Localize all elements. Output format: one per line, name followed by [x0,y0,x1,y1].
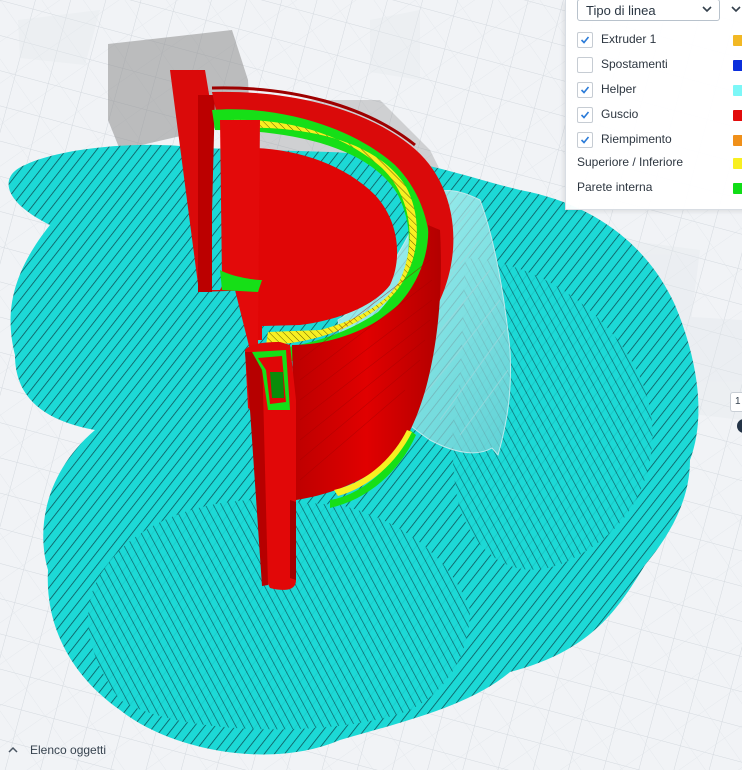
legend-swatch [733,85,742,96]
legend-item-label: Parete interna [577,180,653,194]
legend-panel: Tipo di linea Extruder 1 Spostamenti Hel… [565,0,742,210]
legend-item-spostamenti: Spostamenti [566,54,742,76]
3d-viewport[interactable]: Tipo di linea Extruder 1 Spostamenti Hel… [0,0,742,770]
legend-item-label: Spostamenti [601,57,668,71]
object-list-bar[interactable]: Elenco oggetti [0,740,180,760]
spostamenti-checkbox[interactable] [577,57,593,73]
guscio-checkbox[interactable] [577,107,593,123]
legend-swatch [733,35,742,46]
side-badge-text: 1 [735,396,741,407]
legend-swatch [733,183,742,194]
legend-item-label: Guscio [601,107,639,121]
panel-collapse-chevron-icon[interactable] [729,2,742,16]
legend-item-label: Superiore / Inferiore [577,155,684,169]
check-icon [580,111,590,119]
legend-item-label: Helper [601,82,637,96]
riempimento-checkbox[interactable] [577,132,593,148]
legend-item-helper: Helper [566,79,742,101]
legend-item-label: Extruder 1 [601,32,657,46]
legend-item-extruder-1: Extruder 1 [566,29,742,51]
legend-swatch [733,158,742,169]
object-list-label: Elenco oggetti [30,743,107,757]
legend-item-label: Riempimento [601,132,672,146]
chevron-down-icon [702,6,712,13]
line-type-dropdown[interactable]: Tipo di linea [577,0,720,21]
side-scale-badge[interactable]: 1 [730,392,742,412]
legend-item-superiore-inferiore: Superiore / Inferiore [566,152,742,174]
line-type-dropdown-value: Tipo di linea [586,3,656,18]
legend-swatch [733,60,742,71]
legend-item-parete-interna: Parete interna [566,177,742,199]
legend-item-riempimento: Riempimento [566,129,742,151]
legend-swatch [733,135,742,146]
legend-item-guscio: Guscio [566,104,742,126]
check-icon [580,36,590,44]
extruder-1-checkbox[interactable] [577,32,593,48]
check-icon [580,86,590,94]
chevron-up-icon [8,746,18,753]
legend-swatch [733,110,742,121]
check-icon [580,136,590,144]
helper-checkbox[interactable] [577,82,593,98]
